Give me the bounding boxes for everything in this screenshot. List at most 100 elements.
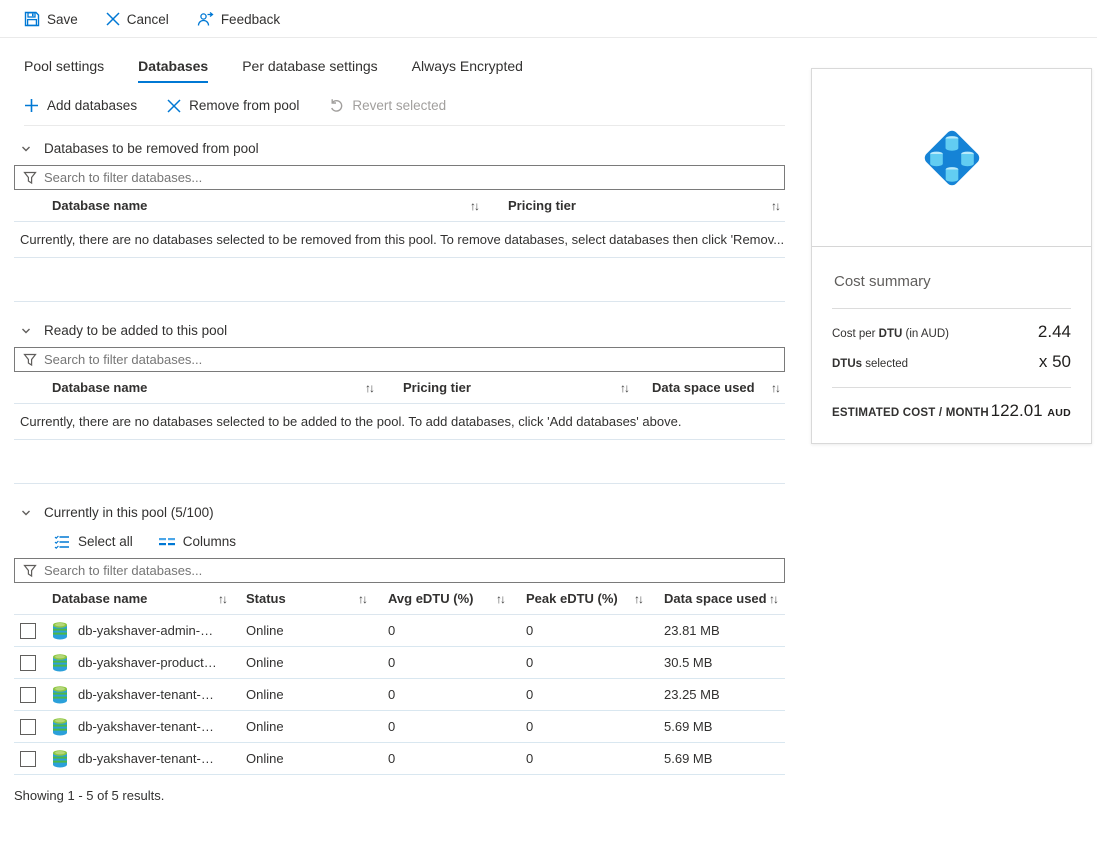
tab-databases[interactable]: Databases	[138, 58, 208, 83]
remove-from-pool-label: Remove from pool	[189, 98, 299, 113]
table-row[interactable]: db-yakshaver-admin-p… Online 0 0 23.81 M…	[14, 615, 785, 647]
section-added-header[interactable]: Ready to be added to this pool	[20, 323, 785, 338]
search-added	[14, 347, 785, 372]
cancel-button[interactable]: Cancel	[106, 12, 169, 27]
command-bar: Add databases Remove from pool Revert se…	[24, 98, 785, 126]
chevron-down-icon	[20, 325, 32, 337]
row-checkbox[interactable]	[20, 687, 36, 703]
data-space-used-value: 23.25 MB	[664, 687, 785, 702]
database-icon	[52, 718, 78, 736]
plus-icon	[24, 98, 39, 113]
section-current-header[interactable]: Currently in this pool (5/100)	[20, 505, 785, 520]
tab-pool-settings[interactable]: Pool settings	[24, 58, 104, 83]
column-pricing-tier: Pricing tier	[403, 380, 471, 395]
results-count: Showing 1 - 5 of 5 results.	[14, 788, 785, 803]
table-row[interactable]: db-yakshaver-producti… Online 0 0 30.5 M…	[14, 647, 785, 679]
divider	[832, 387, 1071, 388]
added-table-header: Database name ↑↓ Pricing tier ↑↓ Data sp…	[14, 372, 785, 404]
current-table-header: Database name ↑↓ Status ↑↓ Avg eDTU (%) …	[14, 583, 785, 615]
add-databases-label: Add databases	[47, 98, 137, 113]
search-removed-input[interactable]	[44, 170, 776, 185]
sort-icon[interactable]: ↑↓	[470, 199, 478, 213]
close-icon	[167, 99, 181, 113]
select-all-list-icon	[54, 535, 70, 549]
chevron-down-icon	[20, 507, 32, 519]
cancel-label: Cancel	[127, 12, 169, 27]
database-status: Online	[246, 687, 358, 702]
row-checkbox[interactable]	[20, 751, 36, 767]
column-database-name: Database name	[52, 198, 147, 213]
database-icon	[52, 622, 78, 640]
top-toolbar: Save Cancel Feedback	[0, 0, 1097, 38]
removed-blank-row	[14, 258, 785, 302]
database-status: Online	[246, 751, 358, 766]
search-current	[14, 558, 785, 583]
chevron-down-icon	[20, 143, 32, 155]
save-label: Save	[47, 12, 78, 27]
filter-funnel-icon	[23, 171, 37, 185]
sort-icon[interactable]: ↑↓	[771, 381, 779, 395]
cost-summary-body: Cost summary Cost per DTU (in AUD) 2.44 …	[812, 247, 1091, 443]
dtus-selected-row: DTUs selected x 50	[832, 352, 1071, 372]
table-row[interactable]: db-yakshaver-tenant-4… Online 0 0 5.69 M…	[14, 711, 785, 743]
remove-from-pool-button[interactable]: Remove from pool	[167, 98, 299, 113]
divider	[832, 308, 1071, 309]
elastic-pool-icon-area	[812, 69, 1091, 247]
peak-edtu-value: 0	[526, 623, 634, 638]
sort-icon[interactable]: ↑↓	[218, 592, 246, 606]
search-current-input[interactable]	[44, 563, 776, 578]
feedback-button[interactable]: Feedback	[197, 11, 280, 27]
sort-icon[interactable]: ↑↓	[496, 592, 526, 606]
columns-button[interactable]: Columns	[159, 534, 236, 549]
row-checkbox[interactable]	[20, 719, 36, 735]
data-space-used-value: 5.69 MB	[664, 751, 785, 766]
search-added-input[interactable]	[44, 352, 776, 367]
save-button[interactable]: Save	[24, 11, 78, 27]
sort-icon[interactable]: ↑↓	[365, 381, 373, 395]
data-space-used-value: 30.5 MB	[664, 655, 785, 670]
section-removed-header[interactable]: Databases to be removed from pool	[20, 141, 785, 156]
peak-edtu-value: 0	[526, 751, 634, 766]
tab-per-database-settings[interactable]: Per database settings	[242, 58, 377, 83]
database-name: db-yakshaver-tenant-4…	[78, 719, 218, 734]
filter-funnel-icon	[23, 353, 37, 367]
revert-selected-label: Revert selected	[352, 98, 446, 113]
column-data-space-used: Data space used	[652, 380, 755, 395]
row-checkbox[interactable]	[20, 623, 36, 639]
section-current-title: Currently in this pool (5/100)	[44, 505, 214, 520]
database-status: Online	[246, 623, 358, 638]
sort-icon[interactable]: ↑↓	[620, 381, 628, 395]
table-row[interactable]: db-yakshaver-tenant-2… Online 0 0 23.25 …	[14, 679, 785, 711]
data-space-used-value: 5.69 MB	[664, 719, 785, 734]
avg-edtu-value: 0	[388, 751, 496, 766]
cost-per-dtu-row: Cost per DTU (in AUD) 2.44	[832, 322, 1071, 342]
column-database-name: Database name	[52, 380, 147, 395]
section-added-title: Ready to be added to this pool	[44, 323, 227, 338]
avg-edtu-value: 0	[388, 687, 496, 702]
sort-icon[interactable]: ↑↓	[769, 592, 777, 606]
add-databases-button[interactable]: Add databases	[24, 98, 137, 113]
column-avg-edtu: Avg eDTU (%)	[388, 591, 473, 606]
sort-icon[interactable]: ↑↓	[771, 199, 779, 213]
select-all-label: Select all	[78, 534, 133, 549]
column-peak-edtu: Peak eDTU (%)	[526, 591, 618, 606]
sort-icon[interactable]: ↑↓	[358, 592, 388, 606]
peak-edtu-value: 0	[526, 655, 634, 670]
database-status: Online	[246, 655, 358, 670]
database-icon	[52, 654, 78, 672]
section-removed-title: Databases to be removed from pool	[44, 141, 259, 156]
columns-label: Columns	[183, 534, 236, 549]
revert-selected-button[interactable]: Revert selected	[329, 98, 446, 113]
avg-edtu-value: 0	[388, 623, 496, 638]
sort-icon[interactable]: ↑↓	[634, 592, 664, 606]
table-row[interactable]: db-yakshaver-tenant-3… Online 0 0 5.69 M…	[14, 743, 785, 775]
database-status: Online	[246, 719, 358, 734]
search-removed	[14, 165, 785, 190]
dtus-selected-label: DTUs selected	[832, 358, 908, 370]
filter-funnel-icon	[23, 564, 37, 578]
estimated-cost-row: ESTIMATED COST / MONTH 122.01 AUD	[832, 401, 1071, 421]
row-checkbox[interactable]	[20, 655, 36, 671]
select-all-button[interactable]: Select all	[54, 534, 133, 549]
dtus-selected-value: x 50	[1039, 352, 1071, 372]
tab-always-encrypted[interactable]: Always Encrypted	[412, 58, 523, 83]
